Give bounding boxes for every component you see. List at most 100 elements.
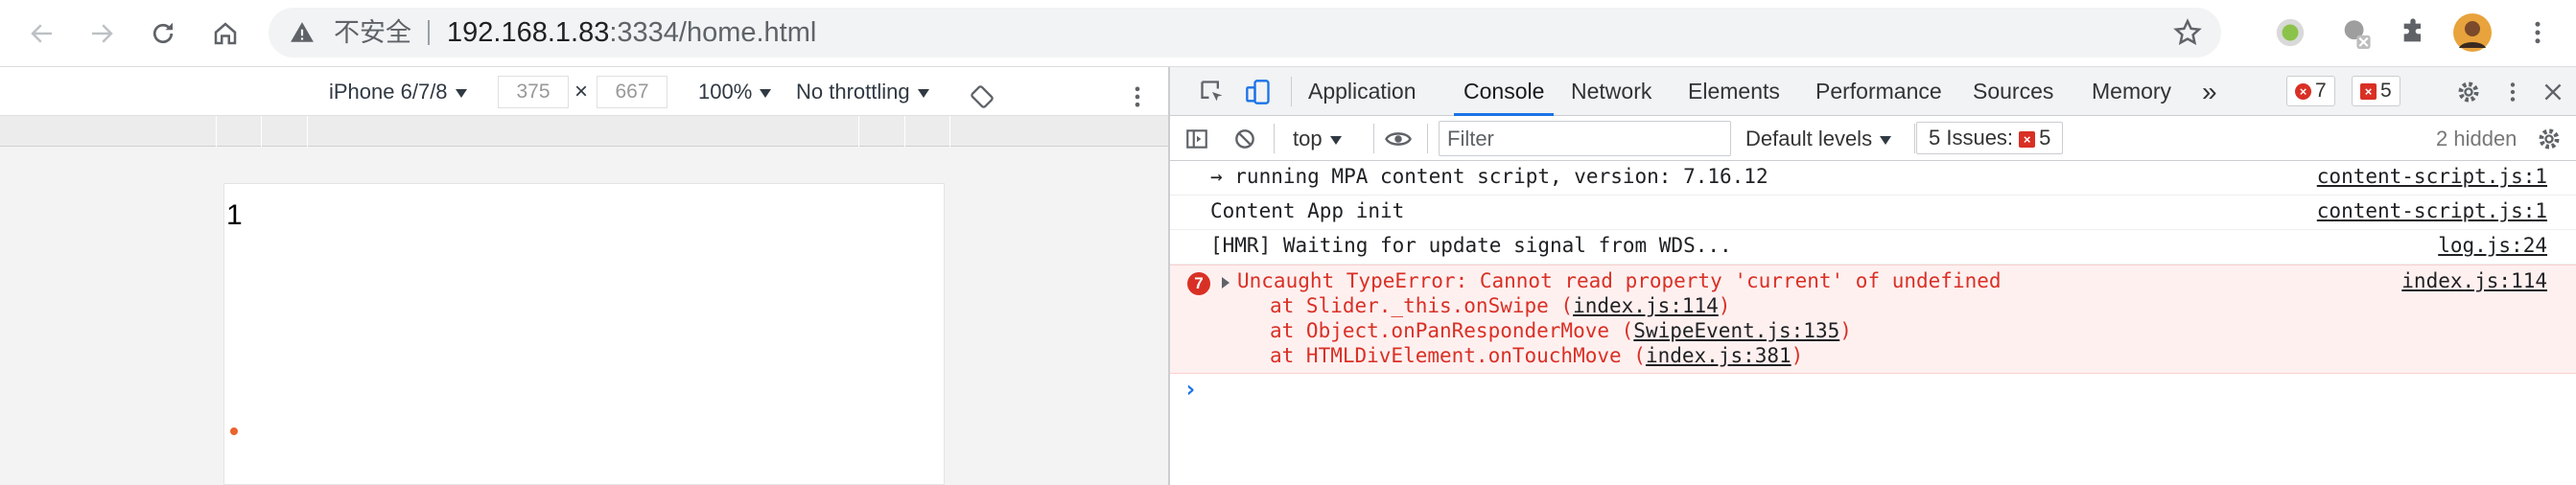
stack-frame-link[interactable]: index.js:114 [1573, 294, 1719, 317]
warning-icon[interactable] [290, 20, 315, 45]
browser-toolbar: 不安全 192.168.1.83:3334/home.html [0, 0, 2576, 67]
stack-frame: at HTMLDivElement.onTouchMove (index.js:… [1270, 344, 1803, 367]
chevron-down-icon [455, 88, 467, 98]
error-source-link[interactable]: index.js:114 [2401, 269, 2547, 292]
sidebar-toggle-button[interactable] [1182, 124, 1212, 154]
stack-frame-text: at Object.onPanResponderMove ( [1270, 319, 1634, 342]
console-row: Content App init content-script.js:1 [1170, 196, 2576, 230]
log-levels-label: Default levels [1745, 127, 1873, 150]
issues-button-count: 5 [2039, 126, 2051, 150]
extension-icon[interactable] [2394, 13, 2432, 52]
console-message: → running MPA content script, version: 7… [1210, 165, 1768, 188]
stack-frame-link[interactable]: index.js:381 [1646, 344, 1791, 367]
clear-console-button[interactable] [1229, 124, 1260, 154]
tab-application[interactable]: Application [1308, 67, 1417, 116]
stack-frame: at Slider._this.onSwipe (index.js:114) [1270, 294, 1730, 317]
tab-network[interactable]: Network [1571, 67, 1651, 116]
url-host: 192.168.1.83 [447, 17, 610, 48]
star-icon[interactable] [2173, 18, 2202, 47]
stack-frame-suffix: ) [1718, 294, 1731, 317]
tab-memory[interactable]: Memory [2092, 67, 2171, 116]
url-text[interactable]: 192.168.1.83:3334/home.html [447, 8, 816, 58]
device-label: iPhone 6/7/8 [329, 80, 448, 104]
inspect-icon [1201, 81, 1223, 102]
context-select[interactable]: top [1293, 116, 1342, 161]
console-message: Content App init [1210, 199, 1405, 222]
error-message: Uncaught TypeError: Cannot read property… [1237, 269, 2002, 292]
live-expression-button[interactable] [1383, 124, 1414, 154]
close-icon [2544, 83, 2562, 101]
back-icon [31, 24, 52, 43]
stack-frame: at Object.onPanResponderMove (SwipeEvent… [1270, 319, 1852, 342]
tab-console[interactable]: Console [1454, 67, 1555, 116]
device-toggle-icon [1246, 80, 1270, 104]
forward-icon [92, 24, 113, 43]
rotate-button[interactable] [969, 79, 995, 108]
issues-label: 5 Issues: [1929, 126, 2014, 150]
zoom-label: 100% [698, 80, 753, 104]
url-path: :3334/home.html [609, 17, 817, 48]
device-menu-button[interactable] [1124, 79, 1151, 107]
tab-sources[interactable]: Sources [1973, 67, 2053, 116]
log-levels-select[interactable]: Default levels [1745, 116, 1892, 161]
back-button[interactable] [21, 12, 63, 55]
stack-frame-suffix: ) [1839, 319, 1852, 342]
extension-record-icon[interactable] [2271, 13, 2309, 52]
zoom-select[interactable]: 100% [698, 67, 772, 116]
console-source-link[interactable]: content-script.js:1 [2317, 165, 2547, 188]
forward-button[interactable] [81, 12, 123, 55]
tab-elements[interactable]: Elements [1688, 67, 1780, 116]
errors-badge[interactable]: × 7 [2286, 76, 2335, 106]
home-button[interactable] [204, 12, 246, 55]
reload-icon [152, 22, 174, 44]
console-prompt[interactable]: › [1183, 376, 1197, 403]
throttling-select[interactable]: No throttling [796, 67, 929, 116]
settings-button[interactable] [2453, 77, 2484, 107]
device-screen[interactable]: 1 [223, 183, 945, 485]
issues-button[interactable]: 5 Issues: × 5 [1916, 122, 2064, 154]
avatar[interactable] [2453, 13, 2492, 52]
console-row: [HMR] Waiting for update signal from WDS… [1170, 230, 2576, 265]
console-source-link[interactable]: log.js:24 [2438, 234, 2547, 257]
console-source-link[interactable]: content-script.js:1 [2317, 199, 2547, 222]
stack-frame-link[interactable]: SwipeEvent.js:135 [1633, 319, 1839, 342]
touch-indicator [230, 427, 238, 435]
console-error-row[interactable]: 7 Uncaught TypeError: Cannot read proper… [1170, 265, 2576, 374]
stack-frame-suffix: ) [1791, 344, 1804, 367]
tab-performance[interactable]: Performance [1815, 67, 1942, 116]
issues-badge[interactable]: × 5 [2352, 76, 2400, 106]
width-input[interactable]: 375 [498, 76, 569, 108]
stack-frame-text: at HTMLDivElement.onTouchMove ( [1270, 344, 1646, 367]
console-settings-button[interactable] [2534, 124, 2564, 154]
dimension-separator: × [574, 79, 589, 104]
home-icon [214, 22, 237, 45]
security-label[interactable]: 不安全 [334, 8, 411, 58]
hidden-count: 2 hidden [2436, 127, 2517, 150]
more-tabs-button[interactable]: » [2202, 67, 2217, 116]
address-bar[interactable]: 不安全 192.168.1.83:3334/home.html [269, 8, 2221, 58]
media-query-ruler[interactable] [0, 116, 1168, 147]
issue-icon: × [2360, 82, 2377, 100]
devtools-menu-button[interactable] [2497, 77, 2528, 107]
gear-icon [2458, 81, 2479, 103]
chevron-down-icon [1329, 135, 1342, 145]
omnibox-divider [428, 20, 430, 45]
device-toolbar: iPhone 6/7/8 375 × 667 100% No throttlin… [0, 67, 1168, 116]
menu-icon[interactable] [2518, 13, 2557, 52]
close-devtools-button[interactable] [2538, 77, 2568, 107]
height-input[interactable]: 667 [597, 76, 667, 108]
extension-blocked-icon[interactable] [2336, 13, 2375, 52]
inspect-button[interactable] [1197, 77, 1228, 107]
reload-button[interactable] [142, 12, 184, 55]
menu-icon [2510, 82, 2516, 102]
errors-count: 7 [2315, 80, 2327, 102]
device-select[interactable]: iPhone 6/7/8 [329, 67, 467, 116]
clear-icon [1235, 129, 1254, 149]
eye-icon [1385, 132, 1412, 146]
console-message: [HMR] Waiting for update signal from WDS… [1210, 234, 1732, 257]
filter-input[interactable]: Filter [1439, 121, 1731, 156]
issues-count: 5 [2380, 80, 2392, 102]
chevron-down-icon [1880, 135, 1892, 145]
expand-triangle-icon[interactable] [1222, 277, 1229, 289]
device-toggle-button[interactable] [1243, 77, 1274, 107]
